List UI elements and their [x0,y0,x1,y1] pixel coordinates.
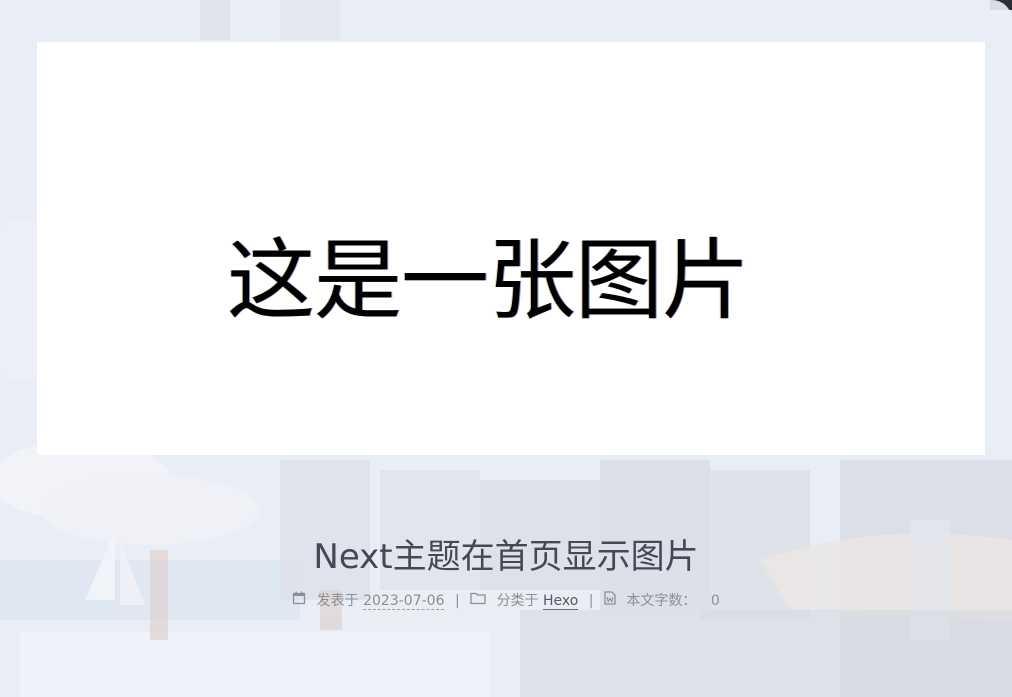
meta-wordcount-label: 本文字数： [626,593,697,609]
folder-icon [470,590,486,612]
meta-category-label: 分类于 [496,593,539,609]
file-word-icon [604,590,616,612]
calendar-icon [292,590,306,612]
meta-posted: 发表于 2023-07-06 [292,590,445,612]
post-title[interactable]: Next主题在首页显示图片 [0,532,1012,582]
meta-date[interactable]: 2023-07-06 [363,593,445,610]
meta-wordcount: 本文字数： 0 [604,590,720,612]
meta-posted-label: 发表于 [316,593,359,609]
meta-separator: | [588,593,594,609]
post-meta: 发表于 2023-07-06 | 分类于 Hexo | 本文字数： 0 [0,590,1012,612]
category-link-hexo[interactable]: Hexo [543,593,579,610]
meta-category: 分类于 Hexo [470,590,579,612]
post-featured-image[interactable]: 这是一张图片 [37,42,985,455]
meta-separator: | [454,593,460,609]
featured-image-text: 这是一张图片 [227,229,750,332]
meta-wordcount-value: 0 [710,593,720,609]
